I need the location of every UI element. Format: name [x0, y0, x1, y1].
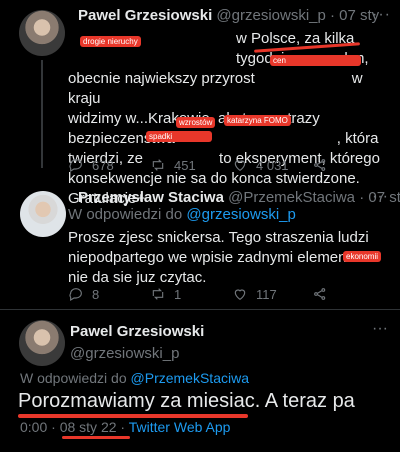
sticker-spadki: spadki — [146, 131, 212, 142]
tweet-line: bezpieczenstwa, która — [68, 130, 379, 147]
like-button[interactable]: 117 — [232, 286, 277, 302]
underline-date — [62, 436, 130, 439]
reply-context: W odpowiedzi do @PrzemekStaciwa — [20, 370, 249, 386]
sticker-ekonomii: ekonomii — [343, 251, 382, 262]
tweet-line: nie da sie juz czytac. — [68, 269, 207, 286]
retweet-icon — [152, 159, 164, 171]
sticker-katarzyna-fomo: katarzyna FOMO — [224, 115, 291, 126]
thread-line — [41, 60, 43, 168]
tweet-line: Prosze zjesc snickersa. Tego straszenia … — [68, 229, 369, 246]
reply-icon — [69, 159, 82, 173]
more-icon[interactable]: ··· — [372, 320, 388, 338]
display-name[interactable]: Przemyslaw Staciwa — [78, 189, 224, 206]
tweet3-header: Pawel Grzesiowski @grzesiowski_p — [70, 321, 204, 365]
tweet3-text: Porozmawiamy za miesiac. A teraz pa — [18, 390, 355, 412]
tweet2-header: Przemyslaw Staciwa @PrzemekStaciwa · 07 … — [78, 189, 400, 206]
retweet-button[interactable]: 1 — [150, 286, 181, 302]
display-name[interactable]: Pawel Grzesiowski — [70, 321, 204, 343]
avatar-pawel[interactable] — [19, 10, 65, 56]
reply-context: W odpowiedzi do @grzesiowski_p — [68, 206, 296, 223]
reply-button[interactable]: 678 — [68, 157, 114, 173]
more-icon[interactable]: ··· — [372, 188, 388, 206]
more-icon[interactable]: ··· — [372, 6, 391, 24]
retweet-icon — [152, 288, 164, 300]
handle-time[interactable]: @grzesiowski_p · 07 sty — [216, 7, 379, 24]
sticker-wzrostow: wzrostów — [176, 117, 216, 128]
avatar-przemyslaw[interactable] — [20, 191, 66, 237]
share-icon — [314, 159, 326, 171]
share-button[interactable] — [312, 286, 328, 302]
sticker-drogie-nieruchy: drogie nieruchy — [80, 36, 141, 47]
tweet-meta: 0:00 · 08 sty 22 · Twitter Web App — [20, 419, 231, 435]
reply-button[interactable]: 8 — [68, 286, 99, 302]
tweet-line: obecnie najwiekszy przyrost w kraju — [68, 70, 363, 107]
heart-icon — [234, 160, 246, 172]
like-button[interactable]: 4 031 — [232, 157, 289, 173]
share-button[interactable] — [312, 157, 328, 173]
mention-link[interactable]: @PrzemekStaciwa — [131, 370, 249, 386]
avatar-pawel[interactable] — [19, 320, 65, 366]
tweet1-header: Pawel Grzesiowski @grzesiowski_p · 07 st… — [78, 7, 379, 24]
divider — [0, 309, 400, 310]
sticker-cen: cen — [270, 55, 361, 66]
display-name[interactable]: Pawel Grzesiowski — [78, 7, 212, 24]
retweet-button[interactable]: 451 — [150, 157, 196, 173]
tweet-date[interactable]: 08 sty 22 — [60, 419, 117, 435]
source-app-link[interactable]: Twitter Web App — [129, 419, 231, 435]
heart-icon — [234, 289, 246, 301]
tweet-time[interactable]: 0:00 — [20, 419, 47, 435]
underline-text — [18, 414, 248, 418]
share-icon — [314, 288, 326, 300]
reply-icon — [69, 288, 82, 302]
mention-link[interactable]: @grzesiowski_p — [186, 206, 295, 223]
handle[interactable]: @grzesiowski_p — [70, 343, 204, 365]
